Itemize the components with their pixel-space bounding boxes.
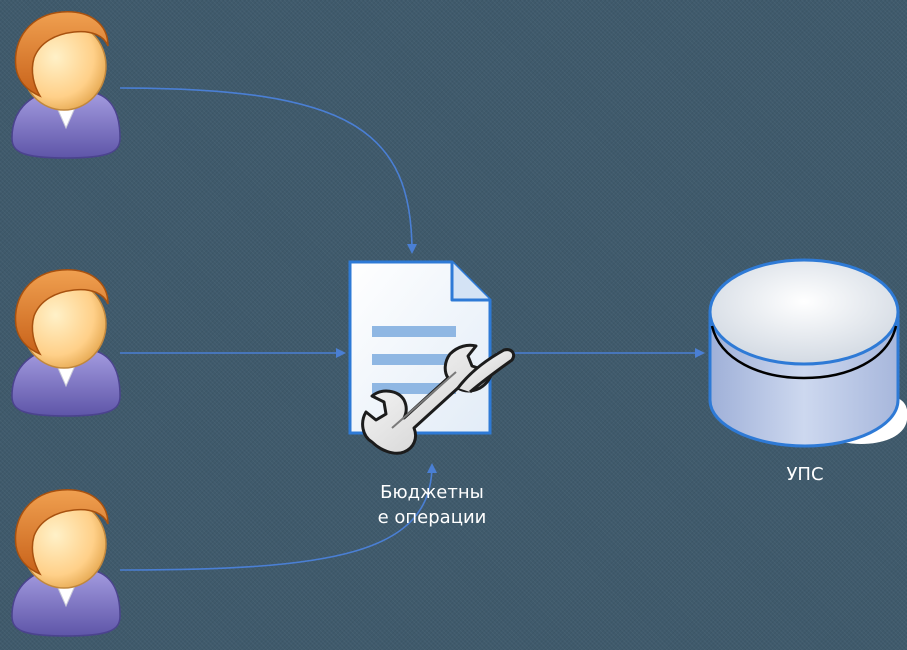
database-label: УПС — [786, 464, 824, 485]
document-label-line-2: е операции — [377, 507, 487, 528]
document-label-line-1: Бюджетны — [380, 482, 484, 503]
connector-user1-to-document — [119, 87, 417, 254]
user-icon — [11, 11, 121, 159]
database-icon — [708, 258, 907, 448]
user-icon — [11, 489, 121, 637]
document-label: Бюджетны е операции — [352, 480, 512, 530]
user-icon — [11, 269, 121, 417]
diagram-canvas — [11, 11, 907, 637]
